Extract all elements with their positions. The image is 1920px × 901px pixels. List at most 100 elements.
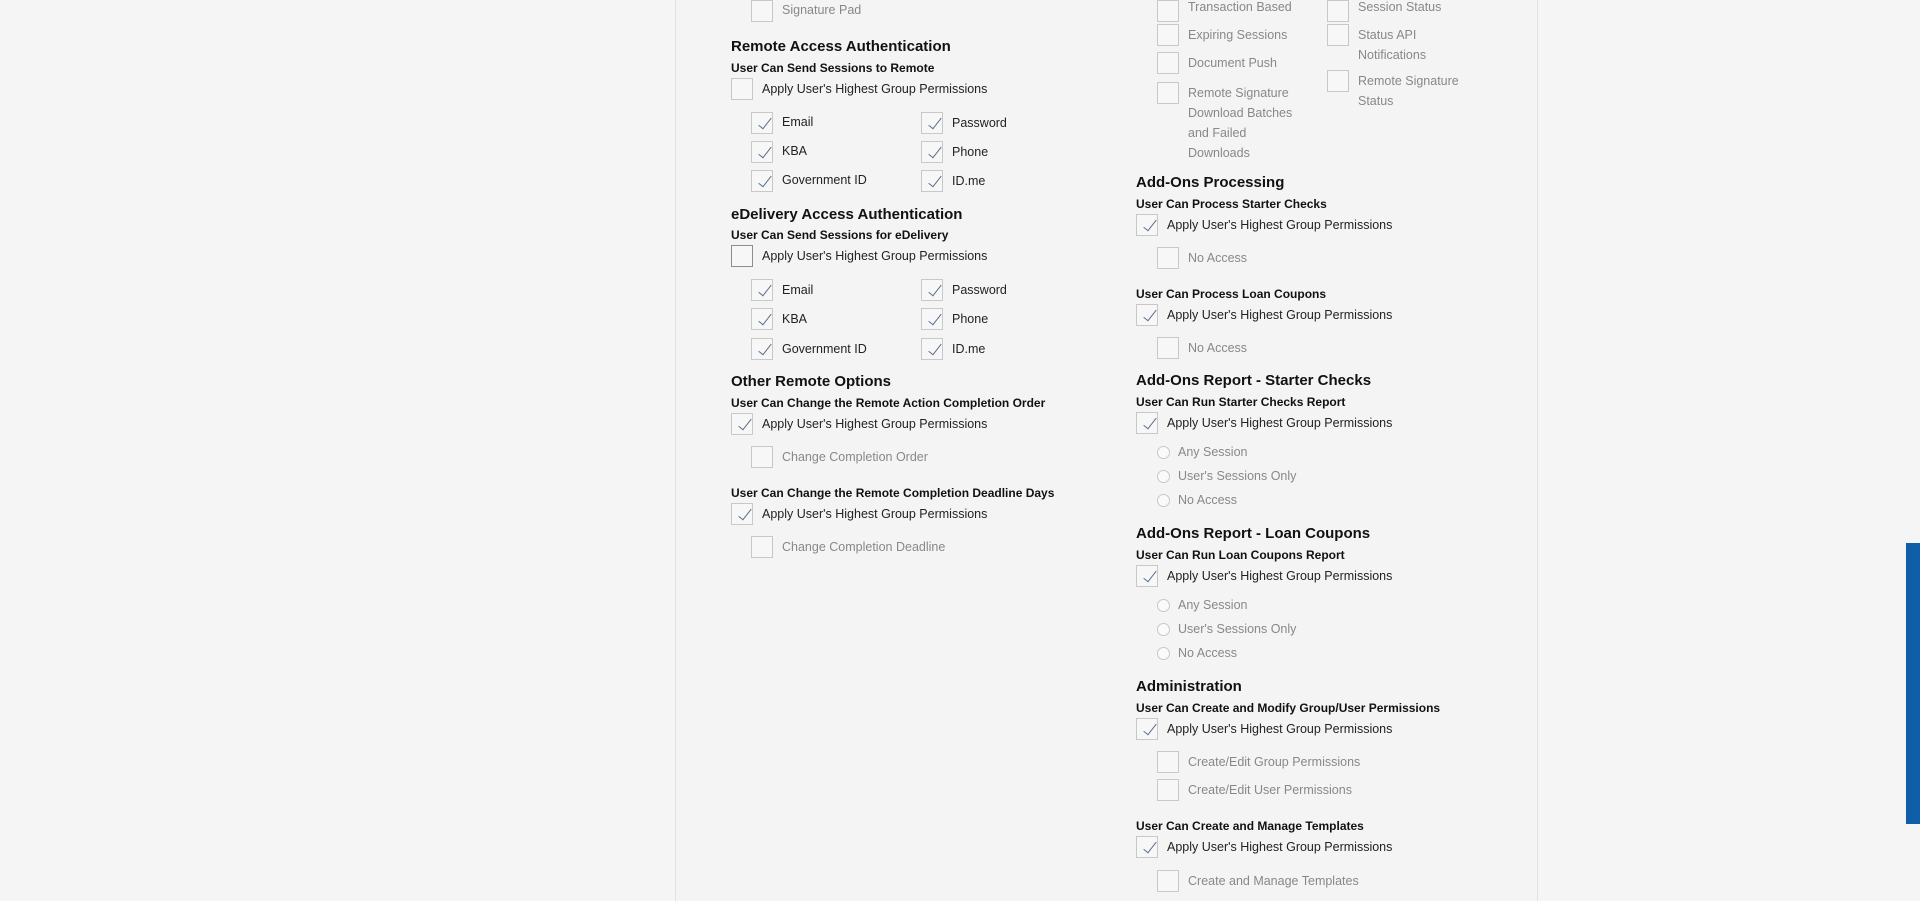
edelivery-email-checkbox[interactable] bbox=[751, 279, 773, 301]
report-loan-any-session-radio[interactable] bbox=[1157, 599, 1170, 612]
report-starter-users-sessions-radio[interactable] bbox=[1157, 470, 1170, 483]
report-loan-any-session-label: Any Session bbox=[1178, 598, 1248, 612]
deadline-days-subtitle: User Can Change the Remote Completion De… bbox=[731, 486, 1055, 500]
edelivery-phone-checkbox[interactable] bbox=[921, 308, 943, 330]
starter-checks-no-access-label: No Access bbox=[1188, 251, 1248, 265]
loan-coupons-apply-checkbox[interactable] bbox=[1136, 304, 1158, 326]
report-loan-users-sessions-radio[interactable] bbox=[1157, 623, 1170, 636]
remote-idme-checkbox[interactable] bbox=[921, 170, 943, 192]
remote-signature-status-label-1: Remote Signature bbox=[1358, 74, 1459, 88]
remote-signature-batches-checkbox[interactable] bbox=[1157, 82, 1179, 104]
loan-coupons-subtitle: User Can Process Loan Coupons bbox=[1136, 287, 1327, 301]
report-starter-any-session-radio[interactable] bbox=[1157, 446, 1170, 459]
remote-signature-status-checkbox[interactable] bbox=[1327, 70, 1349, 92]
templates-apply-checkbox[interactable] bbox=[1136, 836, 1158, 858]
starter-checks-subtitle: User Can Process Starter Checks bbox=[1136, 197, 1327, 211]
templates-apply-label: Apply User's Highest Group Permissions bbox=[1167, 840, 1393, 854]
edelivery-access-subtitle: User Can Send Sessions for eDelivery bbox=[731, 228, 949, 242]
loan-coupons-no-access-checkbox[interactable] bbox=[1157, 337, 1179, 359]
completion-order-apply-checkbox[interactable] bbox=[731, 413, 753, 435]
report-starter-users-sessions-label: User's Sessions Only bbox=[1178, 469, 1297, 483]
create-edit-group-permissions-checkbox[interactable] bbox=[1157, 751, 1179, 773]
report-starter-apply-label: Apply User's Highest Group Permissions bbox=[1167, 416, 1393, 430]
remote-access-title: Remote Access Authentication bbox=[731, 38, 951, 55]
remote-phone-checkbox[interactable] bbox=[921, 141, 943, 163]
edelivery-apply-checkbox[interactable] bbox=[731, 245, 753, 267]
starter-checks-no-access-checkbox[interactable] bbox=[1157, 247, 1179, 269]
change-completion-order-checkbox[interactable] bbox=[751, 446, 773, 468]
report-loan-title: Add-Ons Report - Loan Coupons bbox=[1136, 525, 1371, 542]
starter-checks-apply-checkbox[interactable] bbox=[1136, 214, 1158, 236]
remote-government-id-checkbox[interactable] bbox=[751, 170, 773, 192]
change-completion-deadline-label: Change Completion Deadline bbox=[782, 540, 946, 554]
report-starter-no-access-label: No Access bbox=[1178, 493, 1238, 507]
change-completion-order-label: Change Completion Order bbox=[782, 450, 928, 464]
signature-pad-label: Signature Pad bbox=[782, 3, 862, 17]
create-manage-templates-label: Create and Manage Templates bbox=[1188, 874, 1359, 888]
edelivery-government-id-label: Government ID bbox=[782, 342, 867, 356]
edelivery-kba-checkbox[interactable] bbox=[751, 308, 773, 330]
remote-access-subtitle: User Can Send Sessions to Remote bbox=[731, 61, 935, 75]
edelivery-access-title: eDelivery Access Authentication bbox=[731, 206, 963, 223]
session-status-label: Session Status bbox=[1358, 0, 1442, 14]
report-starter-title: Add-Ons Report - Starter Checks bbox=[1136, 372, 1372, 389]
remote-email-label: Email bbox=[782, 115, 814, 129]
other-remote-title: Other Remote Options bbox=[731, 373, 892, 390]
edelivery-password-checkbox[interactable] bbox=[921, 279, 943, 301]
remote-government-id-label: Government ID bbox=[782, 173, 867, 187]
scrollbar-thumb[interactable] bbox=[1906, 543, 1920, 824]
edelivery-apply-label: Apply User's Highest Group Permissions bbox=[762, 249, 988, 263]
remote-signature-status-label-2: Status bbox=[1358, 94, 1394, 108]
signature-pad-checkbox[interactable] bbox=[751, 0, 773, 22]
remote-password-label: Password bbox=[952, 116, 1007, 130]
report-starter-no-access-radio[interactable] bbox=[1157, 494, 1170, 507]
loan-coupons-no-access-label: No Access bbox=[1188, 341, 1248, 355]
starter-checks-apply-label: Apply User's Highest Group Permissions bbox=[1167, 218, 1393, 232]
edelivery-email-label: Email bbox=[782, 283, 814, 297]
remote-idme-label: ID.me bbox=[952, 174, 986, 188]
status-api-notifications-label-1: Status API bbox=[1358, 28, 1417, 42]
admin-permissions-subtitle: User Can Create and Modify Group/User Pe… bbox=[1136, 701, 1441, 715]
status-api-notifications-checkbox[interactable] bbox=[1327, 24, 1349, 46]
expiring-sessions-checkbox[interactable] bbox=[1157, 24, 1179, 46]
edelivery-government-id-checkbox[interactable] bbox=[751, 338, 773, 360]
document-push-checkbox[interactable] bbox=[1157, 52, 1179, 74]
remote-apply-checkbox[interactable] bbox=[731, 78, 753, 100]
edelivery-idme-checkbox[interactable] bbox=[921, 338, 943, 360]
report-loan-subtitle: User Can Run Loan Coupons Report bbox=[1136, 548, 1345, 562]
remote-kba-label: KBA bbox=[782, 144, 808, 158]
admin-permissions-apply-checkbox[interactable] bbox=[1136, 718, 1158, 740]
change-completion-deadline-checkbox[interactable] bbox=[751, 536, 773, 558]
report-starter-subtitle: User Can Run Starter Checks Report bbox=[1136, 395, 1346, 409]
remote-signature-batches-label-2: Download Batches bbox=[1188, 106, 1293, 120]
report-starter-any-session-label: Any Session bbox=[1178, 445, 1248, 459]
expiring-sessions-label: Expiring Sessions bbox=[1188, 28, 1288, 42]
report-loan-no-access-label: No Access bbox=[1178, 646, 1238, 660]
remote-phone-label: Phone bbox=[952, 145, 989, 159]
completion-order-apply-label: Apply User's Highest Group Permissions bbox=[762, 417, 988, 431]
edelivery-kba-label: KBA bbox=[782, 312, 808, 326]
session-status-checkbox[interactable] bbox=[1327, 0, 1349, 22]
transaction-based-checkbox[interactable] bbox=[1157, 0, 1179, 22]
create-edit-user-permissions-checkbox[interactable] bbox=[1157, 779, 1179, 801]
edelivery-phone-label: Phone bbox=[952, 312, 989, 326]
remote-apply-label: Apply User's Highest Group Permissions bbox=[762, 82, 988, 96]
deadline-apply-checkbox[interactable] bbox=[731, 503, 753, 525]
edelivery-idme-label: ID.me bbox=[952, 342, 986, 356]
remote-email-checkbox[interactable] bbox=[751, 112, 773, 134]
transaction-based-label: Transaction Based bbox=[1188, 0, 1292, 14]
create-edit-group-permissions-label: Create/Edit Group Permissions bbox=[1188, 755, 1361, 769]
remote-kba-checkbox[interactable] bbox=[751, 141, 773, 163]
remote-password-checkbox[interactable] bbox=[921, 112, 943, 134]
remote-signature-batches-label-4: Downloads bbox=[1188, 146, 1250, 160]
report-starter-apply-checkbox[interactable] bbox=[1136, 412, 1158, 434]
status-api-notifications-label-2: Notifications bbox=[1358, 48, 1427, 62]
create-manage-templates-checkbox[interactable] bbox=[1157, 870, 1179, 892]
edelivery-password-label: Password bbox=[952, 283, 1007, 297]
remote-signature-batches-label-1: Remote Signature bbox=[1188, 86, 1289, 100]
document-push-label: Document Push bbox=[1188, 56, 1277, 70]
report-loan-users-sessions-label: User's Sessions Only bbox=[1178, 622, 1297, 636]
report-loan-no-access-radio[interactable] bbox=[1157, 647, 1170, 660]
admin-permissions-apply-label: Apply User's Highest Group Permissions bbox=[1167, 722, 1393, 736]
report-loan-apply-checkbox[interactable] bbox=[1136, 565, 1158, 587]
